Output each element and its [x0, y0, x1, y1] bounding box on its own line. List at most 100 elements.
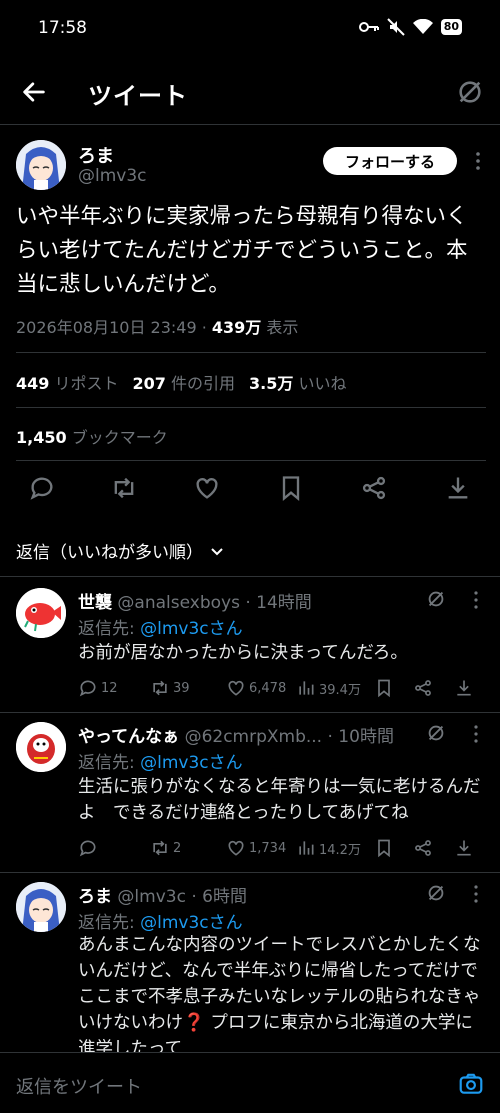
reply-to-line: 返信先: @lmv3cさん [78, 614, 243, 639]
battery-level: 80 [440, 19, 462, 35]
reply-like-action[interactable]: 1,734 [226, 838, 286, 858]
reply-views-action[interactable]: 14.2万 [296, 838, 361, 858]
more-options-icon[interactable] [468, 151, 488, 171]
reply-download-action[interactable] [454, 838, 474, 858]
compose-bar: 返信をツイート [0, 1052, 500, 1113]
reply-sort-selector[interactable]: 返信（いいねが多い順） [16, 538, 225, 563]
engagement-stats: 449 リポスト 207 件の引用 3.5万 いいね [16, 370, 361, 394]
comment-count: 12 [101, 680, 118, 696]
analytics-icon [299, 841, 314, 855]
grok-icon[interactable] [425, 722, 447, 744]
likes-stat[interactable]: 3.5万 いいね [249, 370, 346, 394]
reply-to-prefix: 返信先: [78, 753, 141, 773]
grok-icon[interactable] [456, 78, 484, 106]
reply-icon[interactable] [28, 474, 56, 502]
retweet-count: 39 [173, 680, 190, 696]
retweet-icon [153, 840, 167, 856]
tweet-text: いや半年ぶりに実家帰ったら母親有り得ないくらい老けてたんだけどガチでどういうこと… [16, 204, 468, 297]
reply-download-action[interactable] [454, 678, 474, 698]
quotes-label: 件の引用 [171, 374, 236, 393]
reply-retweet-action[interactable]: 39 [150, 678, 190, 698]
more-options-icon[interactable] [466, 724, 486, 744]
header-divider [0, 124, 500, 125]
bookmark-icon [378, 839, 390, 858]
more-options-icon[interactable] [466, 884, 486, 904]
reply-like-action[interactable]: 6,478 [226, 678, 286, 698]
retweet-icon[interactable] [110, 474, 138, 502]
grok-icon[interactable] [425, 882, 447, 904]
download-icon [457, 680, 471, 696]
reply-to-link[interactable]: @lmv3cさん [140, 619, 243, 639]
bookmarks-stat[interactable]: 1,450 ブックマーク [16, 424, 168, 448]
reply-author-handle[interactable]: @analsexboys [117, 593, 240, 613]
more-options-icon[interactable] [466, 590, 486, 610]
reply-time: · 14時間 [245, 593, 312, 613]
author-name[interactable]: ろま [78, 142, 114, 168]
reply-retweet-action[interactable]: 2 [150, 838, 181, 858]
reply-share-action[interactable] [413, 678, 433, 698]
retweet-icon [153, 680, 167, 696]
bookmark-icon [378, 679, 390, 698]
follow-button[interactable]: フォローする [323, 147, 457, 175]
tweet-action-bar [0, 474, 500, 504]
reply-author-name[interactable]: ろま [78, 887, 112, 907]
reposts-stat[interactable]: 449 リポスト [16, 370, 119, 394]
reply-text: お前が居なかったからに決まってんだろ。 [78, 643, 408, 663]
reply-author-handle[interactable]: @62cmrpXmb... [185, 727, 323, 747]
reply-share-action[interactable] [413, 838, 433, 858]
sort-label: 返信（いいねが多い順） [16, 543, 203, 563]
mute-icon [386, 18, 405, 36]
share-icon [415, 680, 431, 696]
quotes-count: 207 [132, 374, 166, 393]
reply-author-name[interactable]: やってんなぁ [78, 727, 179, 747]
author-handle[interactable]: @lmv3c [78, 166, 147, 186]
back-arrow-icon[interactable] [20, 78, 48, 106]
reply-avatar[interactable] [16, 722, 66, 772]
reply-to-link[interactable]: @lmv3cさん [140, 753, 243, 773]
like-icon [228, 840, 244, 856]
stats-divider [16, 407, 486, 408]
views-count: 439万 [211, 318, 262, 337]
reply-avatar[interactable] [16, 882, 66, 932]
tweet-timestamp: 2026年08月10日 23:49 [16, 318, 197, 337]
author-avatar[interactable] [16, 140, 66, 190]
grok-icon[interactable] [425, 588, 447, 610]
sort-divider [0, 576, 500, 577]
reply-views-action[interactable]: 39.4万 [296, 678, 361, 698]
retweet-count: 2 [173, 840, 182, 856]
reply-icon [79, 680, 96, 697]
reply-compose-input[interactable]: 返信をツイート [16, 1073, 142, 1099]
reply-bookmark-action[interactable] [374, 838, 394, 858]
bookmark-icon[interactable] [277, 474, 305, 502]
reply-header: やってんなぁ @62cmrpXmb... · 10時間 [78, 722, 394, 747]
quotes-stat[interactable]: 207 件の引用 [133, 370, 236, 394]
reply-to-line: 返信先: @lmv3cさん [78, 908, 243, 933]
likes-label: いいね [298, 374, 347, 393]
wifi-icon [412, 19, 433, 34]
views-label: 表示 [266, 318, 299, 337]
reply-comment-action[interactable]: 12 [78, 678, 118, 698]
reply-text: あんまこんな内容のツイートでレスバとかしたくないんだけど、なんで半年ぶりに帰省し… [78, 935, 481, 1052]
like-icon[interactable] [193, 474, 221, 502]
reply-to-prefix: 返信先: [78, 619, 141, 639]
download-icon[interactable] [444, 474, 472, 502]
reply-author-name[interactable]: 世襲 [78, 593, 112, 613]
share-icon[interactable] [360, 474, 388, 502]
reply-to-link[interactable]: @lmv3cさん [140, 913, 243, 933]
tweet-meta: 2026年08月10日 23:49 · 439万 表示 [16, 314, 298, 338]
status-time: 17:58 [38, 18, 87, 38]
bookmarks-count: 1,450 [16, 428, 67, 447]
key-icon [358, 22, 379, 32]
reply-bookmark-action[interactable] [374, 678, 394, 698]
reply-avatar[interactable] [16, 588, 66, 638]
reply-to-prefix: 返信先: [78, 913, 141, 933]
reply-comment-action[interactable] [78, 838, 101, 858]
reply-author-handle[interactable]: @lmv3c [117, 887, 186, 907]
camera-icon[interactable] [458, 1071, 484, 1097]
reposts-count: 449 [16, 374, 50, 393]
reply-header: 世襲 @analsexboys · 14時間 [78, 588, 312, 613]
status-bar: 17:58 80 [0, 0, 500, 56]
like-count: 6,478 [249, 680, 287, 696]
analytics-icon [299, 681, 314, 695]
meta-divider [16, 352, 486, 353]
